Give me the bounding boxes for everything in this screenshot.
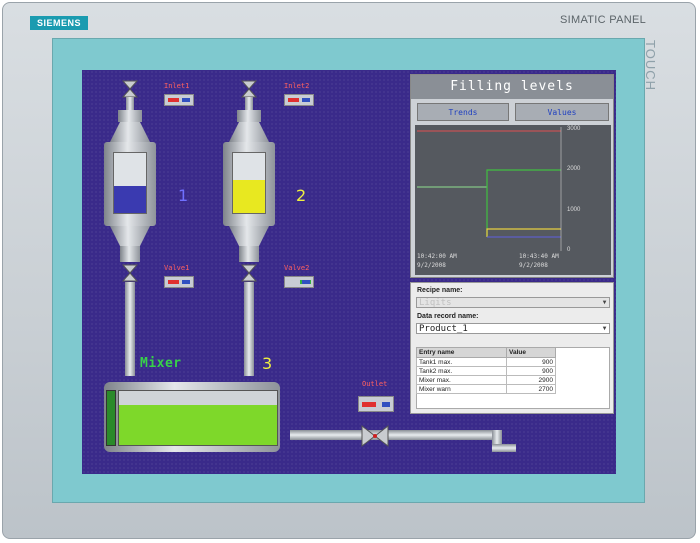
table-row[interactable]: Mixer warn 2700: [415, 384, 556, 394]
inlet2-label: Inlet2: [284, 82, 310, 90]
tank2-level: [233, 180, 265, 213]
tank1: [104, 142, 156, 226]
mixer-window: [118, 390, 278, 446]
inlet1-pipe: [126, 97, 134, 111]
entry-name: Tank1 max.: [415, 357, 508, 367]
tank2-number: 2: [296, 186, 307, 205]
valve2-label: Valve2: [284, 264, 310, 272]
inlet1-valve-icon: [122, 80, 138, 98]
tank2-top: [237, 110, 261, 122]
tank1-number: 1: [178, 186, 189, 205]
valve1-button[interactable]: [164, 276, 194, 288]
tank1-outlet: [120, 246, 140, 262]
date-left: 9/2/2008: [417, 262, 446, 269]
table-row[interactable]: Tank2 max. 900: [415, 366, 556, 376]
tank2-mixer-pipe: [244, 282, 254, 376]
entry-name: Mixer max.: [415, 375, 508, 385]
entry-name: Tank2 max.: [415, 366, 508, 376]
tank2: [223, 142, 275, 226]
tank1-top: [118, 110, 142, 122]
y-tick-2000: 2000: [567, 166, 581, 172]
hmi-screen: 1 Inlet1 Valve1 2 Inlet2 Valve2 Mixer 3 …: [82, 70, 616, 474]
record-name-label: Data record name:: [417, 313, 479, 320]
record-name-value: Product_1: [419, 324, 468, 334]
tank1-window: [113, 152, 147, 214]
tank1-mixer-pipe: [125, 282, 135, 376]
tank2-outlet: [239, 246, 259, 262]
outlet-pipe: [290, 430, 500, 440]
col-entry-name: Entry name: [415, 347, 508, 358]
time-left: 10:42:00 AM: [417, 253, 457, 260]
tank1-level: [114, 186, 146, 213]
trend-title: Filling levels: [450, 79, 574, 94]
inlet2-button[interactable]: [284, 94, 314, 106]
inlet2-valve-icon: [241, 80, 257, 98]
mixer-level: [119, 404, 277, 445]
recipe-name-value: Liqits: [419, 298, 452, 308]
trend-line-green: [486, 169, 561, 237]
valve2-icon: [241, 264, 257, 282]
chevron-down-icon: ▼: [602, 325, 607, 332]
y-tick-1000: 1000: [567, 207, 581, 213]
recipe-name-label: Recipe name:: [417, 287, 463, 294]
y-tick-0: 0: [567, 247, 571, 253]
chevron-down-icon: ▼: [602, 299, 607, 306]
outlet-label: Outlet: [362, 380, 388, 388]
col-value: Value: [506, 347, 556, 358]
recipe-view: Recipe name: Liqits ▼ Data record name: …: [410, 282, 614, 414]
entry-value: 900: [506, 357, 556, 367]
record-name-field[interactable]: Product_1 ▼: [416, 323, 610, 334]
tank2-cone-top: [229, 122, 269, 142]
entry-name: Mixer warn: [415, 384, 508, 394]
trend-panel: Filling levels Trends Values 3000 2000 1…: [410, 74, 614, 278]
entry-value: 2700: [506, 384, 556, 394]
mixer-label: Mixer: [140, 356, 182, 371]
recipe-table: Entry name Value Tank1 max. 900 Tank2 max…: [415, 347, 556, 394]
outlet-end: [492, 444, 516, 452]
table-row[interactable]: Mixer max. 2900: [415, 375, 556, 385]
y-tick-3000: 3000: [567, 126, 581, 132]
tab-values[interactable]: Values: [515, 103, 609, 121]
tank2-cone-bottom: [229, 226, 269, 246]
model-label: SIMATIC PANEL: [560, 14, 647, 26]
siemens-logo: SIEMENS: [30, 16, 88, 30]
entry-value: 2900: [506, 375, 556, 385]
outlet-button[interactable]: [358, 396, 394, 412]
tab-trends[interactable]: Trends: [417, 103, 509, 121]
trend-line-yellow: [486, 228, 561, 237]
mixer-side-gauge: [106, 390, 116, 446]
table-row[interactable]: Tank1 max. 900: [415, 357, 556, 367]
inlet1-label: Inlet1: [164, 82, 190, 90]
time-right: 10:43:40 AM: [519, 253, 559, 260]
inlet2-pipe: [245, 97, 253, 111]
tank2-window: [232, 152, 266, 214]
valve1-label: Valve1: [164, 264, 190, 272]
recipe-name-field[interactable]: Liqits ▼: [416, 297, 610, 308]
tank1-cone-top: [110, 122, 150, 142]
mixer-number: 3: [262, 354, 273, 373]
entry-value: 900: [506, 366, 556, 376]
tank1-cone-bottom: [110, 226, 150, 246]
mixer-tank: [104, 382, 280, 452]
inlet1-button[interactable]: [164, 94, 194, 106]
date-right: 9/2/2008: [519, 262, 548, 269]
valve2-button[interactable]: [284, 276, 314, 288]
valve1-icon: [122, 264, 138, 282]
trend-plot: 3000 2000 1000 0 10:42:00 AM 9/2/2008 10…: [415, 125, 611, 275]
outlet-valve-icon: [361, 424, 389, 448]
